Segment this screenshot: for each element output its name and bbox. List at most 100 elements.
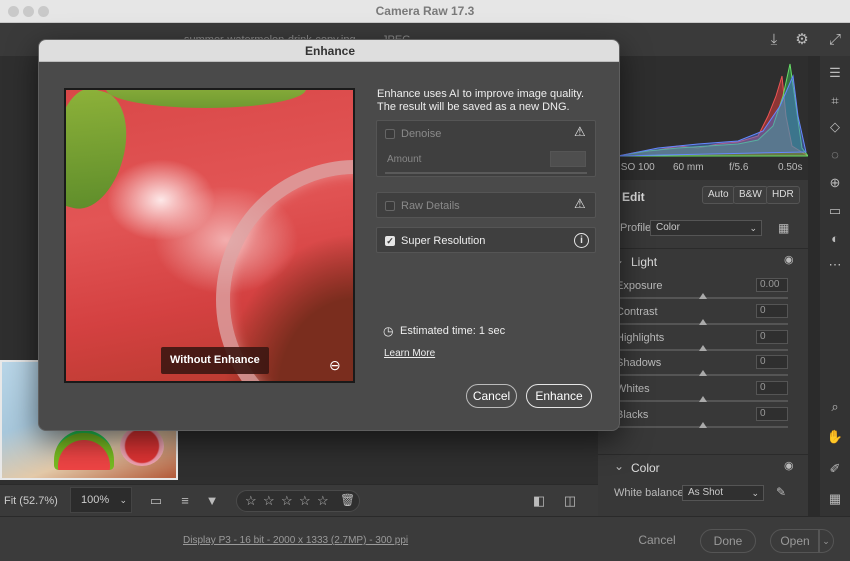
estimated-time-text: Estimated time: 1 sec [400,325,506,337]
color-section-header[interactable]: ⌄ Color ◉ [598,454,808,478]
amount-field [550,151,586,167]
mint-leaf [106,90,306,108]
eye-icon[interactable]: ◉ [784,253,794,266]
raw-details-label: Raw Details [401,200,460,212]
hdr-button[interactable]: HDR [766,186,800,204]
learn-more-link[interactable]: Learn More [384,348,435,359]
highlights-slider[interactable]: Highlights 0 [598,330,808,357]
mask-icon[interactable]: ◌ [826,146,844,164]
blacks-slider[interactable]: Blacks 0 [598,407,808,434]
star-icon[interactable]: ☆ [299,493,311,509]
shadows-slider[interactable]: Shadows 0 [598,355,808,382]
light-label: Light [631,255,658,269]
slider-value[interactable]: 0.00 [756,278,788,292]
white-balance-select[interactable]: As Shot ⌄ [682,485,764,501]
eyedropper-icon[interactable]: ✎ [776,485,786,499]
star-icon[interactable]: ☆ [263,493,275,509]
snapshots-icon[interactable]: ▭ [826,202,844,220]
close-window-icon[interactable] [8,6,19,17]
done-button[interactable]: Done [700,529,756,553]
slider-label: Blacks [616,409,649,421]
filmstrip-icon[interactable]: ▭ [148,493,164,509]
star-rating[interactable]: ☆ ☆ ☆ ☆ ☆ 🗑 [236,490,360,512]
title-bar: Camera Raw 17.3 [0,0,850,23]
sort-icon[interactable]: ≡ [177,493,193,509]
profile-select[interactable]: Color ⌄ [650,220,762,236]
gear-icon[interactable]: ⚙ [793,31,811,49]
redeye-icon[interactable]: ⊕ [826,174,844,192]
eye-icon[interactable]: ◉ [784,459,794,472]
denoise-checkbox[interactable] [385,129,395,139]
slider-label: Exposure [616,280,663,292]
slider-value[interactable]: 0 [756,330,788,344]
enhance-button[interactable]: Enhance [526,384,592,408]
star-icon[interactable]: ☆ [317,493,329,509]
profile-row: Profile Color ⌄ ▦ [598,218,808,238]
light-section-header[interactable]: ⌄ Light ◉ [598,248,808,272]
split-view-icon[interactable]: ◫ [562,493,578,509]
open-button[interactable]: Open [770,529,820,553]
super-resolution-option: ✓ Super Resolution i [376,227,596,253]
star-icon[interactable]: ☆ [281,493,293,509]
denoise-option: Denoise ⚠ Amount [376,120,596,177]
sampler-icon[interactable]: ✐ [826,460,844,478]
crop-icon[interactable]: ⌗ [826,92,844,110]
amount-slider [385,172,587,174]
zoom-select[interactable]: 100% ⌄ [70,487,132,513]
raw-details-checkbox[interactable] [385,201,395,211]
star-icon[interactable]: ☆ [245,493,257,509]
minimize-window-icon[interactable] [23,6,34,17]
grid-icon[interactable]: ▦ [826,490,844,508]
presets-icon[interactable]: ◐ [826,230,844,248]
mint-leaf [66,90,139,218]
chevron-down-icon: ⌄ [119,495,127,505]
zoom-window-icon[interactable] [38,6,49,17]
slider-value[interactable]: 0 [756,381,788,395]
hand-icon[interactable]: ✋ [826,428,844,446]
exposure-slider[interactable]: Exposure 0.00 [598,278,808,305]
slider-label: Whites [616,383,650,395]
dialog-cancel-button[interactable]: Cancel [466,384,517,408]
warning-icon: ⚠ [574,196,586,211]
timer-icon: ◷ [383,324,394,338]
slider-knob[interactable] [699,319,707,325]
slider-value[interactable]: 0 [756,407,788,421]
auto-button[interactable]: Auto [702,186,735,204]
workflow-options-link[interactable]: Display P3 - 16 bit - 2000 x 1333 (2.7MP… [183,535,408,546]
slider-knob[interactable] [699,422,707,428]
trash-icon[interactable]: 🗑 [340,493,355,507]
tool-strip: ☰ ⌗ ◇ ◌ ⊕ ▭ ◐ ⋯ ⌕ ✋ ✐ ▦ [820,56,850,516]
bw-button[interactable]: B&W [733,186,768,204]
whites-slider[interactable]: Whites 0 [598,381,808,408]
window-title: Camera Raw 17.3 [375,4,475,18]
save-icon[interactable]: ⤓ [765,31,783,49]
drink-glass [120,426,164,466]
slider-knob[interactable] [699,293,707,299]
info-icon[interactable]: i [574,233,589,248]
fit-label[interactable]: Fit (52.7%) [4,495,58,507]
slider-value[interactable]: 0 [756,355,788,369]
more-icon[interactable]: ⋯ [826,256,844,274]
slider-label: Highlights [616,332,665,344]
slider-value[interactable]: 0 [756,304,788,318]
super-resolution-checkbox[interactable]: ✓ [385,236,395,246]
open-options-chevron-icon[interactable]: ⌄ [818,529,834,553]
healing-icon[interactable]: ◇ [826,118,844,136]
zoom-icon[interactable]: ⌕ [826,398,844,416]
filter-icon[interactable]: ▼ [204,493,220,509]
focal-value: 60 mm [673,162,704,173]
zoom-out-icon[interactable]: ⊖ [329,357,341,374]
white-balance-label: White balance [614,487,684,499]
status-bar: Display P3 - 16 bit - 2000 x 1333 (2.7MP… [0,516,850,561]
expand-icon[interactable]: ⤢ [826,31,844,49]
before-after-icon[interactable]: ◧ [531,493,547,509]
slider-knob[interactable] [699,396,707,402]
slider-knob[interactable] [699,370,707,376]
cancel-button[interactable]: Cancel [632,529,682,553]
contrast-slider[interactable]: Contrast 0 [598,304,808,331]
sliders-icon[interactable]: ☰ [826,64,844,82]
profile-browser-icon[interactable]: ▦ [778,221,789,235]
aperture-value: f/5.6 [729,162,749,173]
slider-knob[interactable] [699,345,707,351]
enhance-preview[interactable]: Without Enhance ⊖ [64,88,355,383]
